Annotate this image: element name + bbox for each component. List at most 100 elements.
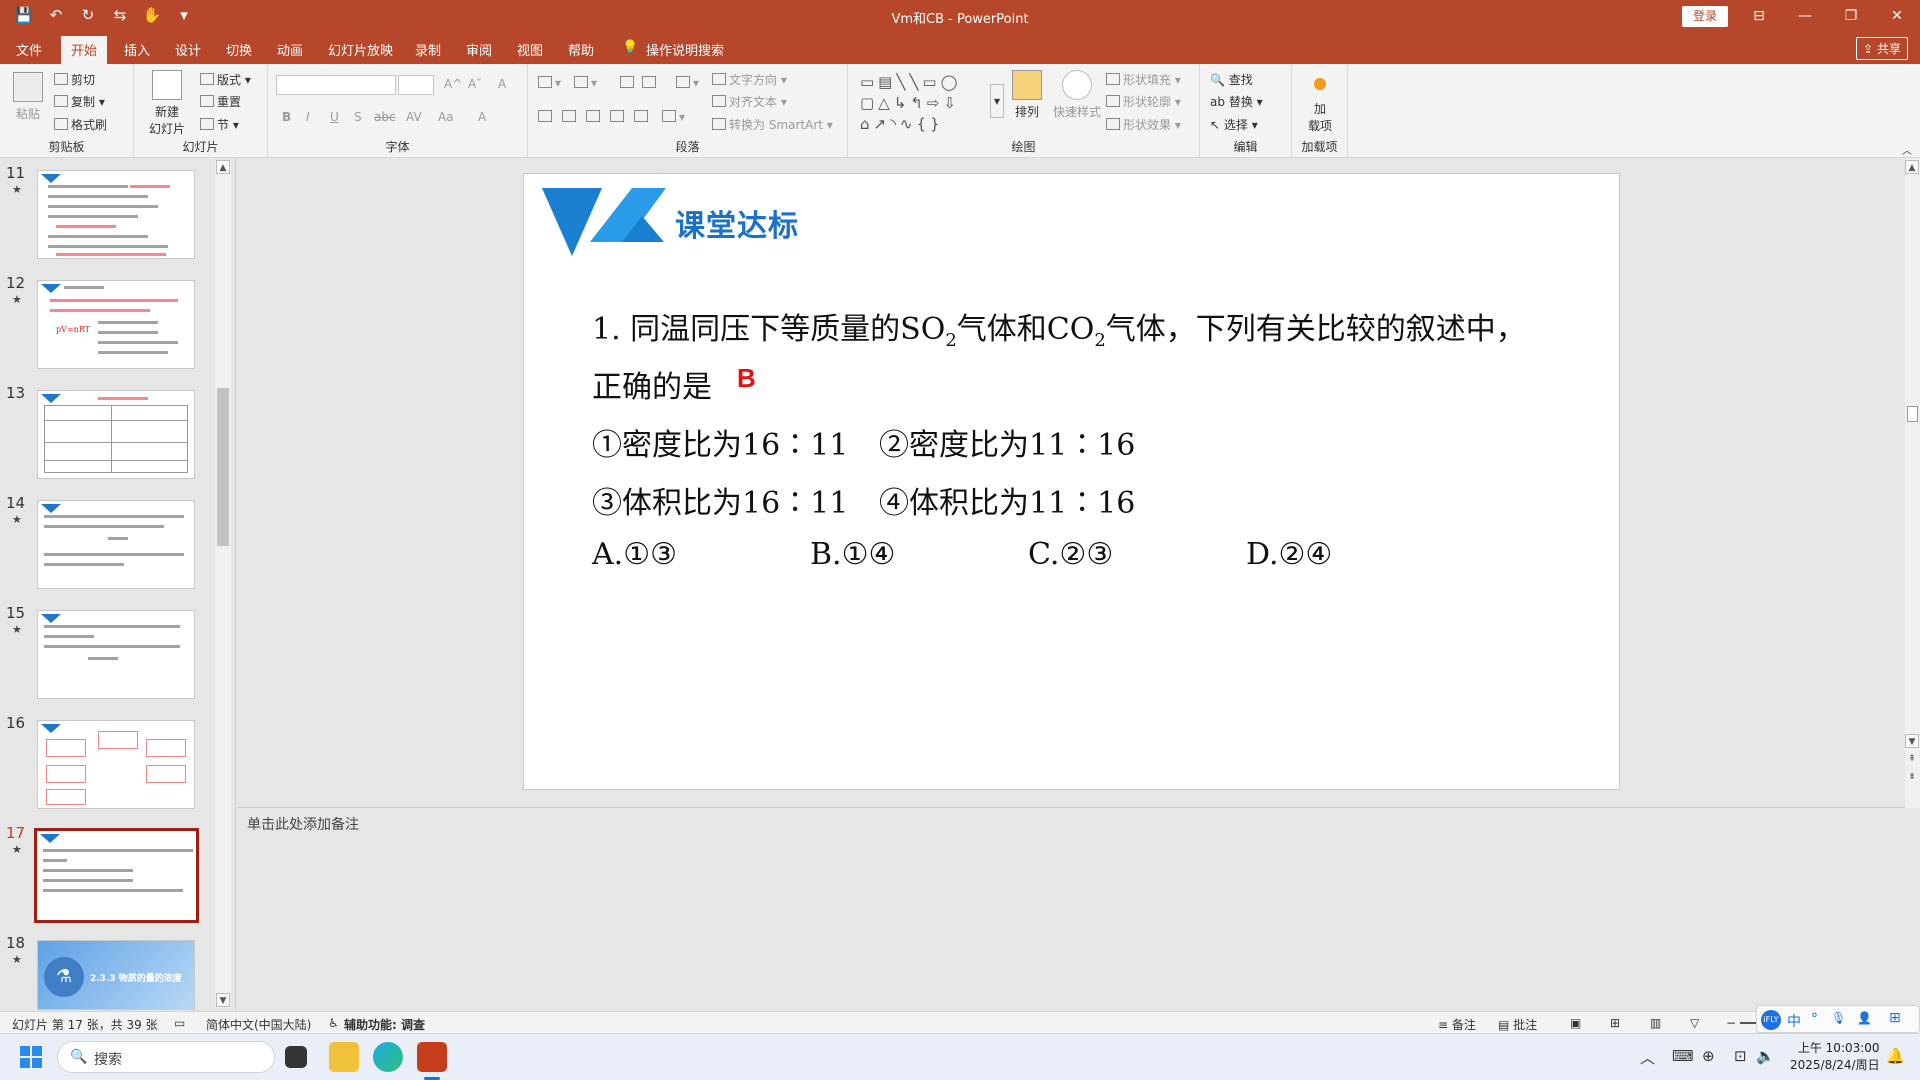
tab-review[interactable]: 审阅 xyxy=(466,40,492,59)
editor-scrollbar[interactable]: ▲ ▼ ⇞ ⇟ xyxy=(1905,158,1920,808)
close-button[interactable]: ✕ xyxy=(1874,0,1920,34)
align-left-button[interactable] xyxy=(538,110,555,124)
change-case-button[interactable]: Aa xyxy=(438,110,454,124)
notification-bell-icon[interactable]: 🔔 xyxy=(1886,1047,1905,1065)
spellcheck-icon[interactable]: ▭ xyxy=(174,1016,185,1030)
minimize-button[interactable]: — xyxy=(1782,0,1828,34)
question-line-1[interactable]: 1. 同温同压下等质量的SO2气体和CO2气体，下列有关比较的叙述中， xyxy=(592,304,1526,351)
tab-animations[interactable]: 动画 xyxy=(277,40,303,59)
scroll-down-arrow-icon[interactable]: ▼ xyxy=(216,993,230,1007)
paste-button[interactable]: 粘贴 xyxy=(12,72,44,122)
prev-slide-icon[interactable]: ⇞ xyxy=(1905,752,1919,766)
powerpoint-icon[interactable] xyxy=(417,1042,447,1072)
align-text-button[interactable]: 对齐文本 ▾ xyxy=(712,93,787,110)
task-view-icon[interactable] xyxy=(285,1046,307,1068)
distribute-button[interactable] xyxy=(634,110,651,124)
font-color-button[interactable]: A xyxy=(478,110,486,124)
section-button[interactable]: 节 ▾ xyxy=(200,116,239,133)
keyboard-icon[interactable]: ⌨ xyxy=(1672,1047,1694,1065)
justify-button[interactable] xyxy=(610,110,627,124)
login-button[interactable]: 登录 xyxy=(1682,6,1728,27)
windows-start-icon[interactable] xyxy=(20,1046,42,1068)
tab-insert[interactable]: 插入 xyxy=(124,40,150,59)
ribbon-display-icon[interactable]: ⊟ xyxy=(1736,0,1782,34)
choice-a[interactable]: A.①③ xyxy=(592,537,677,572)
question-line-2[interactable]: 正确的是 xyxy=(592,362,712,406)
thumbnail-slide-17[interactable] xyxy=(34,828,199,923)
scroll-up-arrow-icon[interactable]: ▲ xyxy=(1905,160,1919,174)
layout-button[interactable]: 版式 ▾ xyxy=(200,71,251,88)
align-right-button[interactable] xyxy=(586,110,603,124)
accessibility-status[interactable]: 辅助功能: 调查 xyxy=(344,1016,425,1033)
thumbnail-slide-13[interactable] xyxy=(37,390,195,479)
ime-mic-icon[interactable]: 🎙 xyxy=(1831,1011,1846,1025)
slide-title[interactable]: 课堂达标 xyxy=(675,201,799,245)
file-explorer-icon[interactable] xyxy=(329,1042,359,1072)
shadow-button[interactable]: S xyxy=(354,110,362,124)
choice-c[interactable]: C.②③ xyxy=(1028,537,1113,572)
edge-browser-icon[interactable] xyxy=(373,1042,403,1072)
thumbnail-slide-15[interactable] xyxy=(37,610,195,699)
ime-tray-icon[interactable]: ⊕ xyxy=(1702,1047,1715,1065)
share-button[interactable]: ⇪ 共享 xyxy=(1856,37,1908,60)
strikethrough-button[interactable]: abc xyxy=(374,110,396,124)
thumbnail-slide-11[interactable] xyxy=(37,170,195,259)
new-slide-button[interactable]: 新建 幻灯片 xyxy=(142,70,192,137)
bold-button[interactable]: B xyxy=(282,110,291,124)
option-4[interactable]: ④体积比为11∶16 xyxy=(879,478,1135,522)
notes-button[interactable]: ≡ 备注 xyxy=(1438,1016,1476,1033)
copy-button[interactable]: 复制 ▾ xyxy=(54,93,105,110)
quick-styles-button[interactable]: 快速样式 xyxy=(1050,70,1104,120)
zoom-out-icon[interactable]: − xyxy=(1726,1016,1736,1030)
align-center-button[interactable] xyxy=(562,110,579,124)
italic-button[interactable]: I xyxy=(306,110,310,124)
bullets-button[interactable]: ▾ xyxy=(538,76,561,90)
tell-me-search[interactable]: 操作说明搜索 xyxy=(646,40,724,59)
clear-format-button[interactable]: A xyxy=(498,77,506,91)
font-size-box[interactable] xyxy=(398,75,434,95)
char-spacing-button[interactable]: AV xyxy=(406,110,422,124)
option-3[interactable]: ③体积比为16∶11 xyxy=(592,478,848,522)
tab-record[interactable]: 录制 xyxy=(415,40,441,59)
increase-indent-button[interactable] xyxy=(642,76,659,90)
system-clock[interactable]: 上午 10:03:00 2025/8/24/周日 xyxy=(1790,1040,1880,1074)
shrink-font-button[interactable]: Aˇ xyxy=(468,77,482,91)
ime-grid-icon[interactable]: ⊞ xyxy=(1889,1010,1901,1026)
format-painter-button[interactable]: 格式刷 xyxy=(54,116,107,133)
shape-effects-button[interactable]: 形状效果 ▾ xyxy=(1106,116,1181,133)
shape-outline-button[interactable]: 形状轮廓 ▾ xyxy=(1106,93,1181,110)
tab-help[interactable]: 帮助 xyxy=(568,40,594,59)
language-status[interactable]: 简体中文(中国大陆) xyxy=(206,1016,311,1033)
underline-button[interactable]: U xyxy=(330,110,339,124)
ime-punct-icon[interactable]: ° xyxy=(1811,1011,1818,1027)
slideshow-icon[interactable]: ▽ xyxy=(1690,1016,1699,1030)
editor-scroll-thumb[interactable] xyxy=(1907,406,1918,422)
tab-slideshow[interactable]: 幻灯片放映 xyxy=(328,40,393,59)
restore-button[interactable]: ❐ xyxy=(1828,0,1874,34)
ime-toolbar[interactable]: iFLY 中 ° 🎙 👤 ⊞ xyxy=(1756,1005,1920,1033)
shapes-gallery[interactable]: ▭▤╲╲▭◯ ▢△↳↰⇨⇩ ⌂↗◝∿{} xyxy=(860,72,986,134)
thumbnail-slide-16[interactable] xyxy=(37,720,195,809)
current-slide[interactable]: 课堂达标 1. 同温同压下等质量的SO2气体和CO2气体，下列有关比较的叙述中，… xyxy=(523,173,1620,790)
tab-home[interactable]: 开始 xyxy=(61,36,108,64)
network-icon[interactable]: ⊡ xyxy=(1734,1047,1747,1065)
columns-button[interactable]: ▾ xyxy=(662,110,685,124)
cut-button[interactable]: 剪切 xyxy=(54,71,95,88)
tab-transitions[interactable]: 切换 xyxy=(226,40,252,59)
tab-design[interactable]: 设计 xyxy=(175,40,201,59)
numbering-button[interactable]: ▾ xyxy=(574,76,597,90)
decrease-indent-button[interactable] xyxy=(620,76,637,90)
line-spacing-button[interactable]: ▾ xyxy=(676,76,699,90)
taskbar-search[interactable]: 🔍 搜索 xyxy=(57,1041,275,1073)
normal-view-icon[interactable]: ▣ xyxy=(1570,1016,1581,1030)
replace-button[interactable]: ab 替换 ▾ xyxy=(1210,93,1263,110)
thumbnail-slide-14[interactable] xyxy=(37,500,195,589)
ime-user-icon[interactable]: 👤 xyxy=(1857,1011,1872,1025)
collapse-ribbon-icon[interactable]: ︿ xyxy=(1902,142,1912,157)
reset-button[interactable]: 重置 xyxy=(200,93,241,110)
option-2[interactable]: ②密度比为11∶16 xyxy=(879,420,1135,464)
reading-view-icon[interactable]: ▥ xyxy=(1650,1016,1661,1030)
tray-chevron-icon[interactable]: ︿ xyxy=(1640,1047,1655,1068)
tab-file[interactable]: 文件 xyxy=(16,40,42,59)
choice-d[interactable]: D.②④ xyxy=(1246,537,1332,572)
